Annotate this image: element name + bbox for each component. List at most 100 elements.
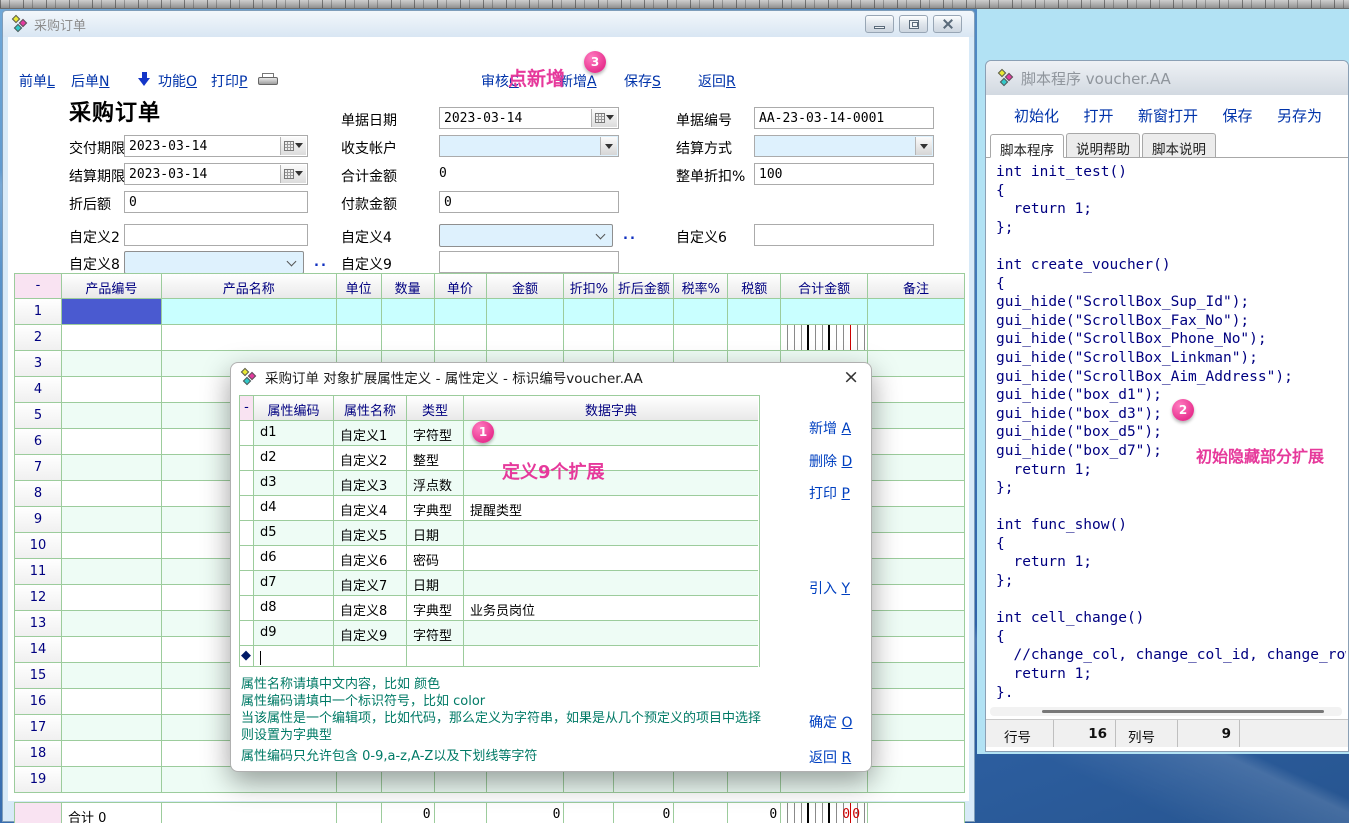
column-header[interactable]: 单价 <box>435 274 487 299</box>
maximize-button[interactable] <box>899 15 928 33</box>
row-marker[interactable] <box>240 471 254 496</box>
column-header[interactable]: 属性编码 <box>254 396 334 421</box>
row-marker[interactable] <box>240 596 254 621</box>
code-text[interactable]: int init_test() { return 1; }; int creat… <box>988 159 1346 702</box>
grid-cell[interactable] <box>62 741 162 767</box>
grid-cell[interactable] <box>868 715 964 741</box>
prev-doc-button[interactable]: 前单L <box>19 71 55 91</box>
doc-no-input[interactable]: AA-23-03-14-0001 <box>754 107 934 129</box>
doc-date-input[interactable]: 2023-03-14 <box>439 107 619 129</box>
grid-cell[interactable] <box>254 646 334 667</box>
grid-cell[interactable] <box>781 325 868 351</box>
grid-cell[interactable] <box>62 403 162 429</box>
row-number[interactable]: 9 <box>15 507 62 533</box>
grid-cell[interactable] <box>162 325 337 351</box>
grid-cell[interactable]: 自定义4 <box>334 496 407 521</box>
grid-cell[interactable]: 自定义9 <box>334 621 407 646</box>
grid-cell[interactable]: d2 <box>254 446 334 471</box>
grid-cell[interactable] <box>337 325 382 351</box>
custom2-input[interactable] <box>124 224 308 246</box>
grid-cell[interactable] <box>62 767 162 793</box>
save-button[interactable]: 保存S <box>624 71 661 91</box>
custom4-combobox[interactable] <box>439 224 613 247</box>
row-number[interactable]: 16 <box>15 689 62 715</box>
grid-cell[interactable] <box>868 559 964 585</box>
grid-cell[interactable]: d4 <box>254 496 334 521</box>
row-number[interactable]: 15 <box>15 663 62 689</box>
grid-cell[interactable]: 自定义5 <box>334 521 407 546</box>
grid-cell[interactable]: 日期 <box>407 521 464 546</box>
grid-cell[interactable] <box>728 325 781 351</box>
grid-cell[interactable]: 整型 <box>407 446 464 471</box>
tab-help[interactable]: 说明帮助 <box>1066 133 1140 157</box>
column-header[interactable]: 折后金额 <box>614 274 674 299</box>
grid-cell[interactable]: d9 <box>254 621 334 646</box>
whole-discount-input[interactable]: 100 <box>754 163 934 185</box>
row-number[interactable]: 11 <box>15 559 62 585</box>
grid-cell[interactable]: 字符型 <box>407 621 464 646</box>
grid-cell[interactable] <box>62 325 162 351</box>
grid-cell[interactable] <box>62 507 162 533</box>
grid-cell[interactable]: 字典型 <box>407 496 464 521</box>
printer-icon[interactable] <box>258 73 278 87</box>
row-number[interactable]: 7 <box>15 455 62 481</box>
grid-cell[interactable]: 自定义2 <box>334 446 407 471</box>
account-combobox[interactable] <box>439 135 619 157</box>
row-marker[interactable] <box>240 621 254 646</box>
grid-cell[interactable] <box>62 351 162 377</box>
calendar-dropdown-icon[interactable] <box>280 165 306 183</box>
grid-cell[interactable] <box>868 403 964 429</box>
save-script-button[interactable]: 保存 <box>1222 105 1252 129</box>
grid-cell[interactable] <box>614 299 674 325</box>
grid-cell[interactable] <box>435 299 487 325</box>
current-row-diamond-icon[interactable]: ◆ <box>240 646 254 667</box>
column-header[interactable]: 金额 <box>487 274 565 299</box>
next-doc-button[interactable]: 后单N <box>71 71 109 91</box>
column-header[interactable]: 数据字典 <box>464 396 758 421</box>
grid-cell[interactable] <box>868 429 964 455</box>
open-button[interactable]: 打开 <box>1083 105 1113 129</box>
grid-cell[interactable] <box>868 507 964 533</box>
grid-cell[interactable] <box>62 637 162 663</box>
grid-cell[interactable] <box>62 429 162 455</box>
custom4-more-button[interactable]: .. <box>623 228 637 243</box>
row-marker[interactable] <box>240 571 254 596</box>
grid-cell[interactable]: 自定义1 <box>334 421 407 446</box>
grid-cell[interactable]: 字典型 <box>407 596 464 621</box>
row-number[interactable]: 19 <box>15 767 62 793</box>
row-number[interactable]: 18 <box>15 741 62 767</box>
grid-cell[interactable] <box>728 299 781 325</box>
payment-amount-input[interactable]: 0 <box>439 191 619 213</box>
column-header[interactable]: 合计金额 <box>781 274 868 299</box>
row-number[interactable]: 12 <box>15 585 62 611</box>
column-header[interactable]: 属性名称 <box>334 396 407 421</box>
grid-cell[interactable]: d5 <box>254 521 334 546</box>
row-number[interactable]: 17 <box>15 715 62 741</box>
grid-cell[interactable] <box>868 481 964 507</box>
row-number[interactable]: 3 <box>15 351 62 377</box>
row-number[interactable]: 13 <box>15 611 62 637</box>
dropdown-arrow-icon[interactable] <box>915 137 932 155</box>
grid-cell[interactable] <box>62 533 162 559</box>
grid-cell[interactable] <box>781 299 868 325</box>
grid-cell[interactable]: 业务员岗位 <box>464 596 758 621</box>
column-header[interactable]: - <box>240 396 254 421</box>
grid-cell[interactable] <box>162 299 337 325</box>
row-number[interactable]: 8 <box>15 481 62 507</box>
tab-script[interactable]: 脚本程序 <box>990 134 1064 158</box>
grid-cell[interactable] <box>868 299 964 325</box>
grid-cell[interactable] <box>868 637 964 663</box>
grid-cell[interactable] <box>868 325 964 351</box>
row-marker[interactable] <box>240 446 254 471</box>
grid-cell[interactable] <box>868 533 964 559</box>
grid-cell[interactable]: d6 <box>254 546 334 571</box>
dialog-delete-button[interactable]: 删除 D <box>809 451 852 471</box>
column-header[interactable]: 折扣% <box>564 274 614 299</box>
minimize-button[interactable] <box>865 15 894 33</box>
grid-cell[interactable] <box>464 571 758 596</box>
grid-cell[interactable]: d1 <box>254 421 334 446</box>
column-header[interactable]: 产品编号 <box>62 274 162 299</box>
grid-cell[interactable]: 字符型 <box>407 421 464 446</box>
settle-method-combobox[interactable] <box>754 135 934 157</box>
save-as-button[interactable]: 另存为 <box>1277 105 1322 129</box>
